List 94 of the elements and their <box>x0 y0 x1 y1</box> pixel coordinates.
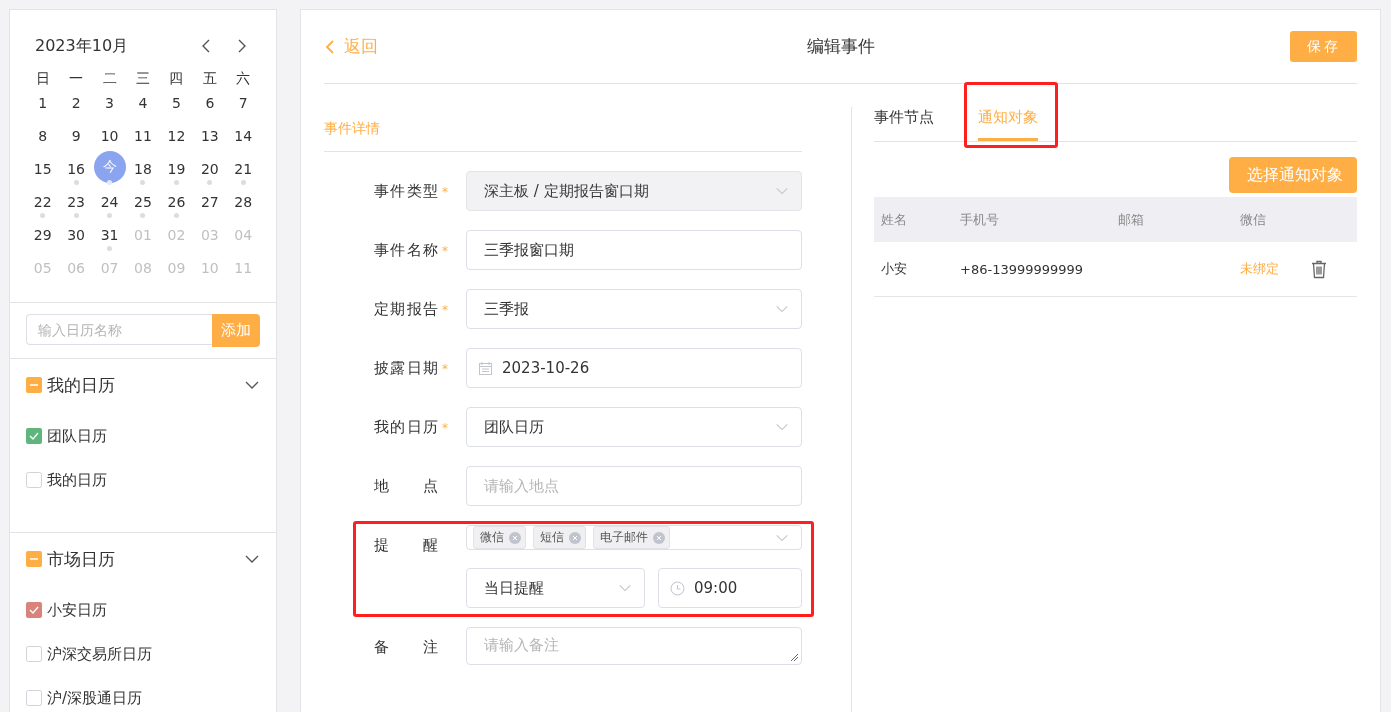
calendar-day[interactable]: 18 <box>133 156 153 182</box>
field-label: 披露日期 * <box>374 348 450 388</box>
field-label: 备 注 <box>374 637 439 658</box>
clock-icon <box>670 580 685 596</box>
calendar-day[interactable]: 4 <box>133 90 153 116</box>
weekday-label: 五 <box>201 69 218 88</box>
checkbox[interactable] <box>26 472 42 488</box>
calendar-day[interactable]: 9 <box>66 123 87 149</box>
multi-select-field[interactable]: 微信 短信 电子邮件 <box>466 525 802 550</box>
group-title: 我的日历 <box>47 373 116 397</box>
column-header: 邮箱 <box>1117 210 1145 229</box>
select-field[interactable]: 三季报 <box>466 289 802 329</box>
checkbox[interactable] <box>26 377 42 393</box>
calendar-day[interactable]: 24 <box>99 189 120 215</box>
calendar-month-title: 2023年10月 <box>35 35 130 57</box>
calendar-day[interactable]: 16 <box>66 156 87 182</box>
calendar-day[interactable]: 10 <box>99 123 120 149</box>
time-field[interactable]: 09:00 <box>658 568 802 608</box>
calendar-day[interactable]: 29 <box>32 222 53 248</box>
close-icon[interactable] <box>569 531 581 544</box>
column-header: 手机号 <box>959 210 1000 229</box>
calendar-day[interactable]: 11 <box>133 123 153 149</box>
field-label: 事件类型 * <box>374 171 450 211</box>
calendar-day[interactable]: 3 <box>99 90 120 116</box>
tag: 短信 <box>533 526 586 549</box>
weekday-label: 六 <box>235 69 252 88</box>
select-field[interactable]: 当日提醒 <box>466 568 645 608</box>
required-mark: * <box>442 302 449 319</box>
calendar-label: 团队日历 <box>47 426 107 446</box>
chevron-left-icon <box>324 38 336 55</box>
calendar-day[interactable]: 21 <box>233 156 254 182</box>
calendar-day[interactable]: 23 <box>66 189 87 215</box>
calendar-day[interactable]: 15 <box>32 156 53 182</box>
column-header: 姓名 <box>880 210 908 229</box>
calendar-day[interactable]: 20 <box>199 156 220 182</box>
calendar-label: 沪/深股通日历 <box>47 688 143 708</box>
weekday-label: 四 <box>168 69 185 88</box>
field-label: 定期报告 * <box>374 289 450 329</box>
checkbox[interactable] <box>26 551 42 567</box>
required-mark: * <box>442 420 449 437</box>
weekday-label: 二 <box>101 69 118 88</box>
calendar-day[interactable]: 28 <box>233 189 254 215</box>
column-header: 微信 <box>1239 210 1267 229</box>
required-mark: * <box>442 184 449 201</box>
calendar-day[interactable]: 14 <box>233 123 254 149</box>
group-title: 市场日历 <box>47 547 116 571</box>
section-title: 事件详情 <box>324 120 802 152</box>
page-title: 编辑事件 <box>805 35 876 58</box>
close-icon[interactable] <box>509 531 521 544</box>
required-mark: * <box>442 243 449 260</box>
weekday-label: 日 <box>34 69 51 88</box>
checkbox[interactable] <box>26 690 42 706</box>
select-field[interactable]: 团队日历 <box>466 407 802 447</box>
calendar-day[interactable]: 8 <box>32 123 53 149</box>
table-cell-text: +86-13999999999 <box>959 261 1085 277</box>
calendar-day[interactable]: 27 <box>199 189 220 215</box>
tag: 微信 <box>473 526 526 549</box>
calendar-day[interactable]: 22 <box>32 189 53 215</box>
calendar-label: 小安日历 <box>47 600 107 620</box>
calendar-day[interactable]: 12 <box>166 123 187 149</box>
calendar-day[interactable]: 6 <box>199 90 220 116</box>
calendar-icon <box>478 360 493 376</box>
field-label: 提 醒 <box>374 535 439 556</box>
calendar-day[interactable]: 25 <box>133 189 153 215</box>
weekday-label: 一 <box>68 69 85 88</box>
checkbox[interactable] <box>26 428 42 444</box>
calendar-label: 沪深交易所日历 <box>47 644 152 664</box>
tag: 电子邮件 <box>593 526 670 549</box>
calendar-day[interactable]: 2 <box>66 90 87 116</box>
weekday-label: 三 <box>135 69 151 88</box>
calendar-day[interactable]: 13 <box>199 123 220 149</box>
required-mark: * <box>442 361 449 378</box>
checkbox[interactable] <box>26 602 42 618</box>
calendar-day[interactable]: 7 <box>233 90 254 116</box>
input-field[interactable]: 三季报窗口期 <box>466 230 802 270</box>
status-text: 未绑定 <box>1239 260 1280 278</box>
calendar-day[interactable]: 30 <box>66 222 87 248</box>
tab[interactable]: 事件节点 <box>874 97 934 141</box>
field-label: 我的日历 * <box>374 407 450 447</box>
calendar-day[interactable]: 5 <box>166 90 187 116</box>
calendar-name-field[interactable]: 输入日历名称 <box>26 314 212 345</box>
field-label: 地 点 <box>374 476 439 497</box>
calendar-day[interactable]: 26 <box>166 189 187 215</box>
table-cell-text: 小安 <box>880 260 908 278</box>
date-field[interactable]: 2023-10-26 <box>466 348 802 388</box>
field-label: 事件名称 * <box>374 230 450 270</box>
calendar-day[interactable]: 19 <box>166 156 187 182</box>
calendar-label: 我的日历 <box>47 470 107 490</box>
calendar-day[interactable]: 1 <box>32 90 53 116</box>
calendar-day[interactable]: 31 <box>99 222 120 248</box>
trash-icon[interactable] <box>1310 259 1328 279</box>
checkbox[interactable] <box>26 646 42 662</box>
resize-handle-icon <box>790 653 799 662</box>
close-icon[interactable] <box>653 531 665 544</box>
